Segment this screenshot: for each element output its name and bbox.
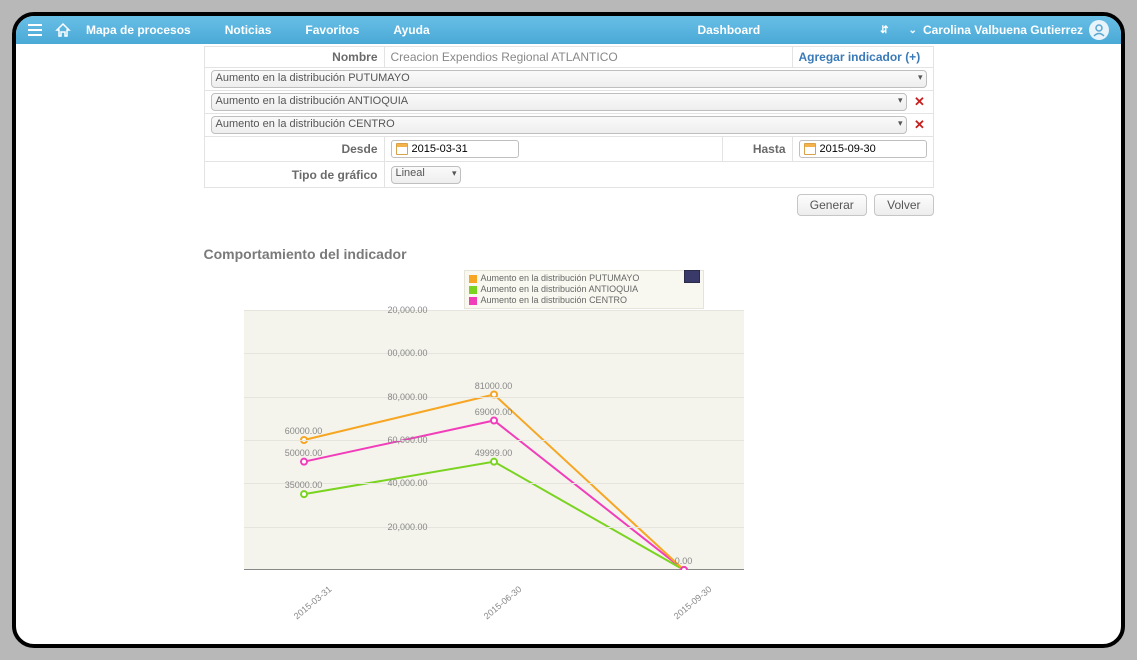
data-label: 49999.00 <box>475 448 513 458</box>
nav-mapa[interactable]: Mapa de procesos <box>86 23 191 37</box>
x-tick-label: 2015-03-31 <box>291 584 333 621</box>
desde-input[interactable] <box>391 140 519 158</box>
data-label: 50000.00 <box>285 448 323 458</box>
avatar-icon <box>1089 20 1109 40</box>
y-tick-label: 20,000.00 <box>387 522 427 532</box>
indicator-select-1[interactable]: Aumento en la distribución ANTIOQUIA <box>211 93 907 111</box>
chevron-down-icon: ⌄ <box>909 25 917 36</box>
indicator-row-0: Aumento en la distribución PUTUMAYO ▾ <box>211 70 927 88</box>
hasta-label: Hasta <box>722 137 792 162</box>
chart-area: Aumento en la distribución PUTUMAYO Aume… <box>204 270 934 630</box>
nombre-label: Nombre <box>204 47 384 68</box>
nombre-value: Creacion Expendios Regional ATLANTICO <box>391 50 618 64</box>
dashboard-label: Dashboard <box>697 23 760 37</box>
hasta-field[interactable] <box>820 143 910 155</box>
legend-swatch <box>469 275 477 283</box>
user-name: Carolina Valbuena Gutierrez <box>923 23 1083 37</box>
indicator-select-0[interactable]: Aumento en la distribución PUTUMAYO <box>211 70 927 88</box>
chart-plot: 60000.00 81000.00 0.00 50000.00 69000.00 3500… <box>244 310 744 570</box>
indicator-row-2: Aumento en la distribución CENTRO ▾ ✕ <box>211 116 927 134</box>
chart-xaxis: 2015-03-31 2015-06-30 2015-09-30 <box>244 574 744 624</box>
data-label: 60000.00 <box>285 426 323 436</box>
chart-legend: Aumento en la distribución PUTUMAYO Aume… <box>464 270 704 309</box>
nav-ayuda[interactable]: Ayuda <box>393 23 429 37</box>
remove-indicator-1[interactable]: ✕ <box>913 94 927 110</box>
chart-title: Comportamiento del indicador <box>204 246 934 262</box>
add-indicator-link[interactable]: Agregar indicador (+) <box>799 50 921 64</box>
tipo-label: Tipo de gráfico <box>204 162 384 188</box>
legend-label-0: Aumento en la distribución PUTUMAYO <box>481 273 640 284</box>
calendar-icon <box>396 143 408 155</box>
legend-label-1: Aumento en la distribución ANTIOQUIA <box>481 284 639 295</box>
indicator-select-2[interactable]: Aumento en la distribución CENTRO <box>211 116 907 134</box>
chart-section: Comportamiento del indicador Aumento en … <box>204 246 934 630</box>
data-label: 69000.00 <box>475 407 513 417</box>
desde-label: Desde <box>204 137 384 162</box>
y-tick-label: 60,000.00 <box>387 435 427 445</box>
data-label: 0.00 <box>675 556 693 566</box>
dashboard-selector[interactable]: Dashboard ⇵ <box>697 23 888 37</box>
legend-swatch <box>469 286 477 294</box>
nav-links: Mapa de procesos Noticias Favoritos Ayud… <box>80 23 430 37</box>
y-tick-label: 40,000.00 <box>387 478 427 488</box>
indicator-row-1: Aumento en la distribución ANTIOQUIA ▾ ✕ <box>211 93 927 111</box>
remove-indicator-2[interactable]: ✕ <box>913 117 927 133</box>
y-tick-label: 00,000.00 <box>387 348 427 358</box>
updown-icon: ⇵ <box>880 25 888 36</box>
desde-field[interactable] <box>412 143 502 155</box>
indicator-form: Nombre Creacion Expendios Regional ATLAN… <box>204 46 934 188</box>
tipo-select[interactable]: Lineal <box>391 166 461 184</box>
hasta-input[interactable] <box>799 140 927 158</box>
volver-button[interactable]: Volver <box>874 194 933 216</box>
content-area: Nombre Creacion Expendios Regional ATLAN… <box>16 46 1121 640</box>
legend-label-2: Aumento en la distribución CENTRO <box>481 295 628 306</box>
y-tick-label: 20,000.00 <box>387 305 427 315</box>
user-menu[interactable]: ⌄ Carolina Valbuena Gutierrez <box>909 20 1109 40</box>
data-label: 35000.00 <box>285 480 323 490</box>
chart-export-icon[interactable] <box>684 270 700 283</box>
generar-button[interactable]: Generar <box>797 194 867 216</box>
y-tick-label: 80,000.00 <box>387 392 427 402</box>
calendar-icon <box>804 143 816 155</box>
app-window: Mapa de procesos Noticias Favoritos Ayud… <box>12 12 1125 648</box>
nav-favoritos[interactable]: Favoritos <box>305 23 359 37</box>
button-row: Generar Volver <box>204 194 934 216</box>
topbar: Mapa de procesos Noticias Favoritos Ayud… <box>16 16 1121 44</box>
data-label: 81000.00 <box>475 381 513 391</box>
menu-icon[interactable] <box>24 19 46 41</box>
legend-swatch <box>469 297 477 305</box>
nav-noticias[interactable]: Noticias <box>225 23 272 37</box>
x-tick-label: 2015-06-30 <box>481 584 523 621</box>
home-icon[interactable] <box>52 19 74 41</box>
x-tick-label: 2015-09-30 <box>671 584 713 621</box>
